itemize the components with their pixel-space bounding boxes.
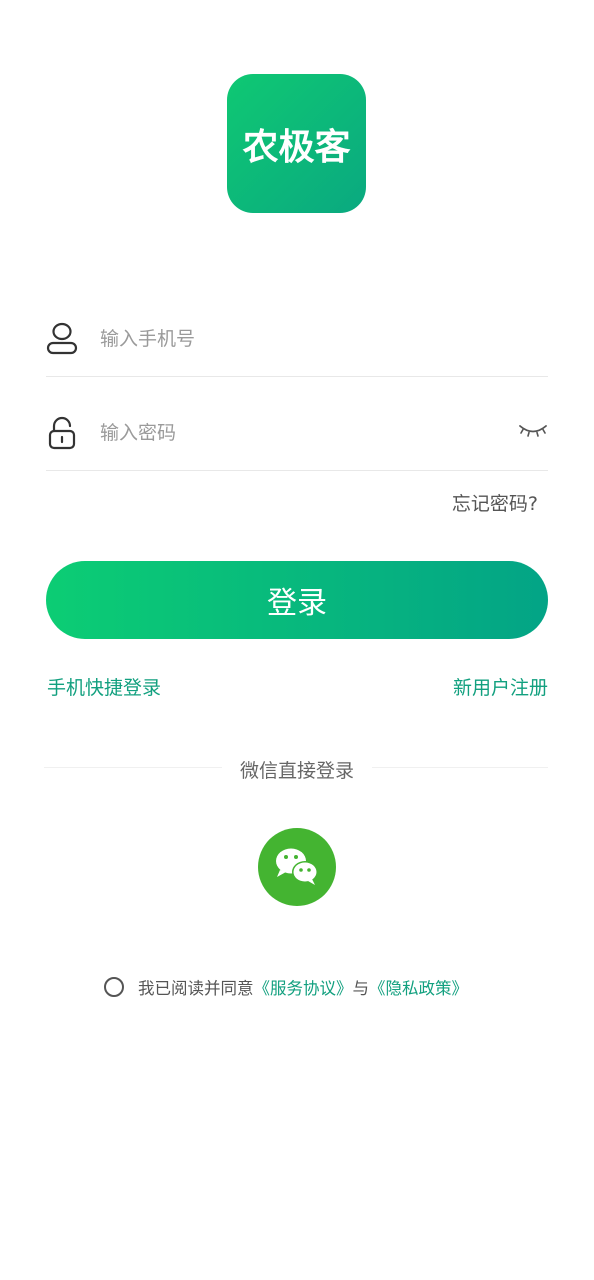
app-logo: 农极客	[227, 74, 366, 213]
wechat-login-caption: 微信直接登录	[239, 760, 354, 782]
privacy-policy-link[interactable]: 《隐私政策》	[369, 975, 468, 999]
login-button[interactable]: 登录	[46, 561, 548, 639]
agreement-prefix: 我已阅读并同意	[138, 979, 254, 998]
eye-closed-icon[interactable]	[518, 420, 548, 442]
phone-field[interactable]	[46, 306, 548, 377]
forgot-password-link[interactable]: 忘记密码?	[452, 489, 538, 516]
password-field[interactable]	[46, 400, 548, 471]
wechat-icon	[276, 848, 318, 885]
app-logo-text: 农极客	[242, 126, 351, 168]
service-agreement-link[interactable]: 《服务协议》	[254, 975, 353, 999]
lock-icon	[48, 416, 76, 450]
agreement-conjunction: 与	[352, 979, 370, 998]
divider-right	[372, 767, 548, 768]
phone-input[interactable]	[100, 322, 500, 356]
agreement-row: 我已阅读并同意 《服务协议》 与 《隐私政策》	[104, 975, 468, 999]
wechat-login-button[interactable]	[258, 828, 336, 906]
register-link[interactable]: 新用户注册	[453, 673, 548, 700]
radio-unchecked-icon[interactable]	[104, 977, 124, 997]
quick-login-link[interactable]: 手机快捷登录	[47, 673, 161, 700]
user-icon	[46, 322, 78, 355]
password-input[interactable]	[100, 416, 500, 450]
